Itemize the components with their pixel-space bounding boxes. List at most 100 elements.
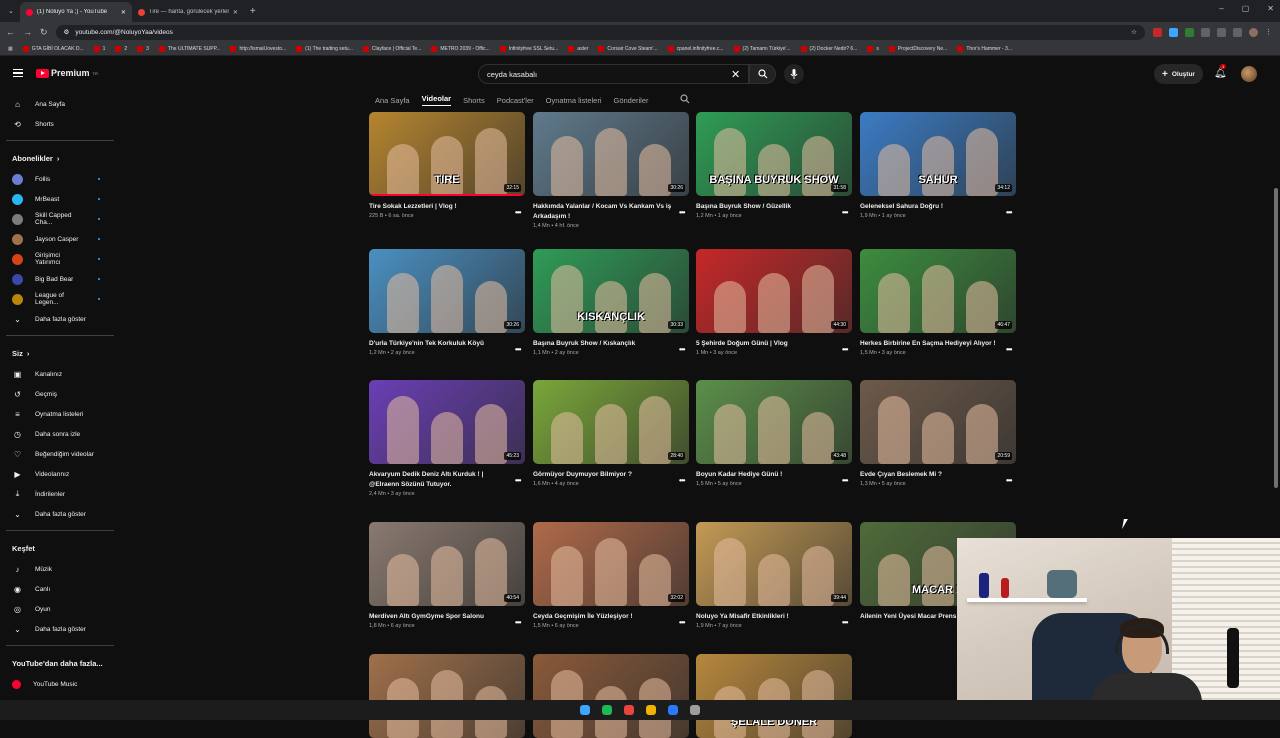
video-thumbnail[interactable]: 40:54 (369, 522, 525, 606)
extension-icon[interactable] (1217, 27, 1226, 37)
extension-icon[interactable] (1185, 27, 1194, 37)
you-header[interactable]: Siz › (0, 342, 120, 364)
bookmark-item[interactable]: GTA GİBİ OLACAK D... (22, 45, 84, 52)
sidebar-item-shorts[interactable]: ⟲ Shorts (0, 114, 120, 134)
sidebar-item-like[interactable]: ♡ Beğendiğim videolar (0, 444, 120, 464)
sidebar-item-download[interactable]: ⤓ İndirilenler (0, 484, 120, 504)
video-card[interactable] (369, 654, 525, 738)
video-card[interactable]: 30:26 D'urla Türkiye'nin Tek Korkuluk Köy… (369, 249, 525, 356)
video-title[interactable]: Akvaryum Dedik Deniz Altı Kurduk ! | @El… (369, 470, 525, 490)
video-card[interactable]: KISKANÇLIK 30:33 Başına Buyruk Show / Kısk… (533, 249, 689, 356)
maximize-icon[interactable]: ▢ (1242, 4, 1250, 13)
video-thumbnail[interactable] (369, 654, 525, 738)
app-icon-2[interactable] (668, 705, 678, 715)
avatar[interactable] (1241, 66, 1257, 82)
more-options-icon[interactable]: ••• (679, 208, 689, 217)
video-title[interactable]: Merdiven Altı GymGyme Spor Salonu (369, 612, 525, 622)
browser-tab-youtube[interactable]: (1) Noluyo Ya ;) - YouTube ✕ (19, 2, 132, 22)
explore-header[interactable]: Keşfet (0, 537, 120, 559)
video-title[interactable]: Başına Buyruk Show / Güzellik (696, 202, 852, 212)
tab-search-icon[interactable]: ⌄ (8, 7, 14, 15)
bookmark-item[interactable]: Corsair Cove Steam'... (598, 45, 658, 52)
sidebar-item-youtube-app[interactable]: YouTube Music (0, 674, 120, 694)
show-more-button[interactable]: ⌄ Daha fazla göster (0, 504, 120, 524)
video-card[interactable]: 20:59 Evde Çıyan Beslemek Mi ? ••• 1,3 Mn •… (860, 380, 1016, 487)
app-icon[interactable] (646, 705, 656, 715)
clear-search-icon[interactable]: ✕ (731, 68, 740, 81)
video-title[interactable]: Boyun Kadar Hediye Günü ! (696, 470, 852, 480)
tab-gnderiler[interactable]: Gönderiler (614, 96, 649, 105)
sidebar-item-home[interactable]: ⌂ Ana Sayfa (0, 94, 120, 114)
video-title[interactable]: Başına Buyruk Show / Kıskançlık (533, 339, 689, 349)
tab-shorts[interactable]: Shorts (463, 96, 485, 105)
bookmark-item[interactable]: (2) Tamamı Türkiye'... (733, 45, 791, 52)
subscriptions-header[interactable]: Abonelikler › (0, 147, 120, 169)
video-title[interactable]: D'urla Türkiye'nin Tek Korkuluk Köyü (369, 339, 525, 349)
back-icon[interactable]: ← (6, 27, 15, 37)
close-tab-icon[interactable]: ✕ (121, 9, 126, 16)
site-info-icon[interactable]: ⚙ (64, 28, 70, 36)
bookmark-item[interactable]: The ULTIMATE SUPP... (158, 45, 220, 52)
video-thumbnail[interactable]: TIRE 32:15 (369, 112, 525, 196)
more-options-icon[interactable]: ••• (515, 345, 525, 354)
video-title[interactable]: Ceyda Geçmişim İle Yüzleşiyor ! (533, 612, 689, 622)
more-options-icon[interactable]: ••• (679, 345, 689, 354)
reload-icon[interactable]: ↻ (40, 27, 48, 38)
more-options-icon[interactable]: ••• (842, 618, 852, 627)
sidebar-item-playlists[interactable]: ≡ Oynatma listeleri (0, 404, 120, 424)
bookmark-item[interactable]: (2) Docker Nedir? 6... (800, 45, 857, 52)
extension-icon[interactable] (1169, 27, 1178, 37)
video-thumbnail[interactable]: 30:26 (369, 249, 525, 333)
tab-anasayfa[interactable]: Ana Sayfa (375, 96, 410, 105)
sidebar-item-subscription[interactable]: MrBeast (0, 189, 120, 209)
video-thumbnail[interactable]: 44:30 (696, 249, 852, 333)
sidebar-item-subscription[interactable]: Jayson Casper (0, 229, 120, 249)
sidebar-item-channel[interactable]: ▣ Kanalınız (0, 364, 120, 384)
close-tab-icon[interactable]: ✕ (233, 9, 238, 16)
video-card[interactable]: 40:54 Merdiven Altı GymGyme Spor Salonu ••… (369, 522, 525, 629)
bookmark-item[interactable]: http://ismail.lovesto... (230, 45, 286, 52)
video-title[interactable]: Geleneksel Sahura Doğru ! (860, 202, 1016, 212)
profile-icon[interactable] (1249, 27, 1258, 37)
extension-icon[interactable] (1201, 27, 1210, 37)
more-options-icon[interactable]: ••• (1006, 476, 1016, 485)
more-options-icon[interactable]: ••• (515, 208, 525, 217)
bookmark-item[interactable]: (1) The trading setu... (296, 45, 353, 52)
extension-icon[interactable] (1233, 27, 1242, 37)
more-options-icon[interactable]: ••• (515, 618, 525, 627)
sidebar-item-history[interactable]: ↺ Geçmiş (0, 384, 120, 404)
video-card[interactable]: 45:23 Akvaryum Dedik Deniz Altı Kurduk ! … (369, 380, 525, 497)
sidebar-item-subscription[interactable]: Follis (0, 169, 120, 189)
video-thumbnail[interactable]: 32:02 (533, 522, 689, 606)
bookmark-item[interactable]: 1 (93, 45, 105, 52)
sidebar-item-subscription[interactable]: Girişimci Yatırımcı (0, 249, 120, 269)
more-options-icon[interactable]: ••• (679, 476, 689, 485)
video-thumbnail[interactable]: 46:47 (860, 249, 1016, 333)
bookmark-star-icon[interactable]: ☆ (1131, 28, 1137, 36)
spotify-icon[interactable] (602, 705, 612, 715)
video-card[interactable]: 46:47 Herkes Birbirine En Saçma Hediyeyi … (860, 249, 1016, 356)
bookmark-item[interactable]: ProjectDiscovery Ne... (888, 45, 947, 52)
url-omnibox[interactable]: ⚙ youtube.com/@NoluyoYaa/videos ☆ (55, 24, 1145, 40)
video-thumbnail[interactable]: 39:44 (696, 522, 852, 606)
close-window-icon[interactable]: ✕ (1267, 4, 1274, 13)
video-card[interactable]: SAHUR 34:12 Geleneksel Sahura Doğru ! ••• 1,… (860, 112, 1016, 219)
bookmark-item[interactable]: aster (568, 45, 588, 52)
bookmark-item[interactable]: Thor's Hammer - 3... (957, 45, 1012, 52)
video-thumbnail[interactable] (533, 654, 689, 738)
sidebar-item-subscription[interactable]: Skill Capped Cha... (0, 209, 120, 229)
video-thumbnail[interactable]: BAŞINA BUYRUK SHOW 31:58 (696, 112, 852, 196)
sidebar-item-clock[interactable]: ◷ Daha sonra izle (0, 424, 120, 444)
video-thumbnail[interactable]: 30:26 (533, 112, 689, 196)
more-options-icon[interactable]: ••• (1006, 345, 1016, 354)
video-card[interactable]: 43:48 Boyun Kadar Hediye Günü ! ••• 1,5 Mn … (696, 380, 852, 487)
more-options-icon[interactable]: ••• (1006, 208, 1016, 217)
bookmark-item[interactable]: 3 (137, 45, 149, 52)
extension-icon[interactable] (1153, 27, 1162, 37)
video-thumbnail[interactable]: SAHUR 34:12 (860, 112, 1016, 196)
video-title[interactable]: 5 Şehirde Doğum Günü | Vlog (696, 339, 852, 349)
search-input[interactable]: ceyda kasabalı (478, 64, 749, 84)
scrollbar[interactable] (1274, 188, 1278, 488)
bookmark-item[interactable]: Clayface | Official Te... (362, 45, 421, 52)
sidebar-item-music[interactable]: ♪ Müzik (0, 559, 120, 579)
